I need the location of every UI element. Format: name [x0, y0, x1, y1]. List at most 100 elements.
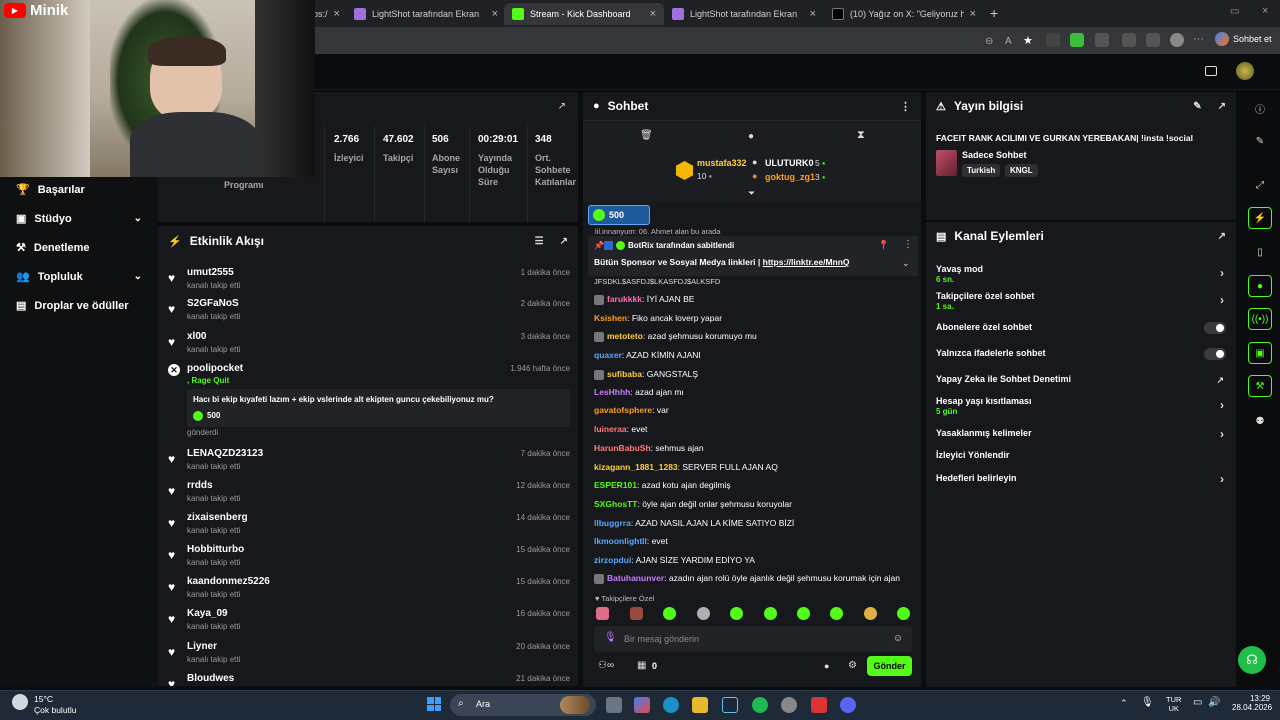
chat-users-icon[interactable]: ⚇∞: [598, 660, 614, 671]
spotify-icon[interactable]: [752, 697, 768, 713]
microphone-icon[interactable]: 🎙: [604, 632, 617, 643]
windows-start-icon[interactable]: [427, 697, 441, 711]
send-button[interactable]: Gönder: [867, 656, 912, 676]
chat-username[interactable]: HarunBabuSh: [594, 443, 651, 453]
copy-icon[interactable]: ▯: [1248, 241, 1272, 263]
subscribers-only-toggle[interactable]: [1204, 322, 1226, 334]
volume-icon[interactable]: 🔊: [1208, 697, 1220, 708]
close-icon[interactable]: ×: [810, 8, 816, 20]
kicks-goal-bar[interactable]: 500: [588, 205, 650, 225]
emote-icon[interactable]: [596, 607, 609, 620]
sidebar-item-achievements[interactable]: 🏆 Başarılar: [0, 175, 158, 204]
emote-icon[interactable]: [830, 607, 843, 620]
stream-tag[interactable]: KNGL: [1005, 164, 1038, 177]
chat-icon[interactable]: ●: [748, 131, 754, 142]
emoji-icon[interactable]: ☺: [893, 633, 903, 644]
community-icon[interactable]: ⚉: [1248, 410, 1272, 432]
chat-username[interactable]: LesHhhh: [594, 387, 630, 397]
popout-icon[interactable]: ↗: [1218, 101, 1226, 112]
weather-icon[interactable]: [12, 694, 28, 710]
info-icon[interactable]: ⓘ: [1248, 97, 1272, 119]
emotes-only-toggle[interactable]: [1204, 348, 1226, 360]
chat-username[interactable]: quaxer: [594, 350, 622, 360]
pinned-link[interactable]: https://linktr.ee/MnnQ: [763, 257, 850, 267]
collapse-icon[interactable]: ⏷: [748, 188, 755, 199]
emote-icon[interactable]: [630, 607, 643, 620]
close-icon[interactable]: ×: [492, 8, 498, 20]
close-icon[interactable]: ×: [970, 8, 976, 20]
emote-icon[interactable]: [663, 607, 676, 620]
read-aloud-icon[interactable]: A: [1005, 33, 1019, 47]
browser-tab-active[interactable]: Stream - Kick Dashboard ×: [504, 3, 664, 25]
popout-icon[interactable]: ↗: [1218, 231, 1226, 242]
sidebar-item-community[interactable]: 👥 Topluluk ⌄: [0, 262, 158, 291]
chat-username[interactable]: Ksishen: [594, 313, 627, 323]
chevron-down-icon[interactable]: ⌄: [902, 258, 910, 269]
new-tab-button[interactable]: +: [990, 5, 998, 21]
chat-icon[interactable]: ●: [824, 661, 829, 671]
extension-icon[interactable]: [1046, 33, 1060, 47]
popout-icon[interactable]: ↗: [560, 236, 568, 247]
action-banned-words[interactable]: Yasaklanmış kelimeler ›: [936, 427, 1230, 441]
chat-username[interactable]: kizagann_1881_1283: [594, 462, 678, 472]
more-vertical-icon[interactable]: ⋮: [900, 100, 911, 113]
discord-icon[interactable]: [840, 697, 856, 713]
emote-icon[interactable]: [897, 607, 910, 620]
unpin-icon[interactable]: 📍: [878, 240, 889, 251]
emote-icon[interactable]: [730, 607, 743, 620]
hourglass-icon[interactable]: ⧗: [857, 129, 865, 142]
clip-icon[interactable]: ⤢: [1248, 174, 1272, 196]
collections-icon[interactable]: [1146, 33, 1160, 47]
favorite-star-icon[interactable]: ★: [1023, 33, 1037, 47]
file-explorer-icon[interactable]: [692, 697, 708, 713]
chat-input[interactable]: 🎙 Bir mesaj gönderin ☺: [594, 626, 912, 652]
clock[interactable]: 13:29 28.04.2026: [1232, 694, 1272, 712]
chat-username[interactable]: metoteto: [607, 331, 643, 341]
chat-username[interactable]: zirzopdui: [594, 555, 631, 565]
user-avatar[interactable]: [1236, 62, 1254, 80]
sidebar-item-studio[interactable]: ▣ Stüdyo ⌄: [0, 204, 158, 233]
action-set-goals[interactable]: Hedefleri belirleyin ›: [936, 472, 1230, 486]
chat-username[interactable]: lkmoonlightll: [594, 536, 647, 546]
quick-action-chat-icon[interactable]: ●: [1248, 275, 1272, 297]
settings-gear-icon[interactable]: ⚙: [848, 660, 857, 671]
sidebar-item-drops[interactable]: ▤ Droplar ve ödüller: [0, 291, 158, 320]
emote-icon[interactable]: [864, 607, 877, 620]
browser-tab[interactable]: (10) Yağız on X: "Geliyoruz https://... ×: [824, 3, 984, 25]
browser-tab[interactable]: LightShot tarafından Ekran Görünt... ×: [664, 3, 824, 25]
network-icon[interactable]: ▭: [1193, 697, 1202, 708]
popout-icon[interactable]: ↗: [558, 101, 566, 112]
sidebar-item-moderation[interactable]: ⚒ Denetleme: [0, 233, 158, 262]
task-view-icon[interactable]: [606, 697, 622, 713]
extension-icon[interactable]: [1122, 33, 1136, 47]
action-followers-only[interactable]: Takipçilere özel sohbet 1 sa. ›: [936, 291, 1230, 311]
edit-pencil-icon[interactable]: ✎: [1248, 130, 1272, 152]
emote-icon[interactable]: [697, 607, 710, 620]
action-ai-moderation[interactable]: Yapay Zeka ile Sohbet Denetimi ↗: [936, 374, 1230, 385]
close-icon[interactable]: ×: [650, 8, 656, 20]
window-close-icon[interactable]: ×: [1262, 5, 1268, 17]
browser-tab[interactable]: LightShot tarafından Ekran Görünt... ×: [346, 3, 506, 25]
edge-icon[interactable]: [663, 697, 679, 713]
chat-username[interactable]: farukkkk: [607, 294, 642, 304]
microphone-icon[interactable]: 🎙: [1141, 697, 1154, 708]
extension-icon[interactable]: [1095, 33, 1109, 47]
profile-avatar-icon[interactable]: [1170, 33, 1184, 47]
minimize-icon[interactable]: ▭: [1230, 6, 1239, 17]
action-slow-mode[interactable]: Yavaş mod 6 sn. ›: [936, 264, 1230, 284]
quick-action-broadcast-icon[interactable]: ((•)): [1248, 308, 1272, 330]
chat-username[interactable]: llbuggrra: [594, 518, 631, 528]
quick-action-bolt-icon[interactable]: ⚡: [1248, 207, 1272, 229]
obs-icon[interactable]: [781, 697, 797, 713]
chevron-up-icon[interactable]: ⌃: [1120, 698, 1128, 709]
quick-action-save-icon[interactable]: ▣: [1248, 342, 1272, 364]
copilot-chat-button[interactable]: Sohbet et: [1215, 32, 1272, 46]
filter-icon[interactable]: ☰: [535, 236, 544, 247]
stream-manager-icon[interactable]: [1205, 66, 1217, 76]
chat-username[interactable]: ESPER101: [594, 480, 637, 490]
more-vertical-icon[interactable]: ⋮: [903, 239, 913, 250]
quick-action-hammer-icon[interactable]: ⚒: [1248, 375, 1272, 397]
close-icon[interactable]: ×: [334, 8, 340, 20]
more-icon[interactable]: ···: [1193, 33, 1207, 47]
chat-username[interactable]: Batuhanunver: [607, 573, 664, 583]
